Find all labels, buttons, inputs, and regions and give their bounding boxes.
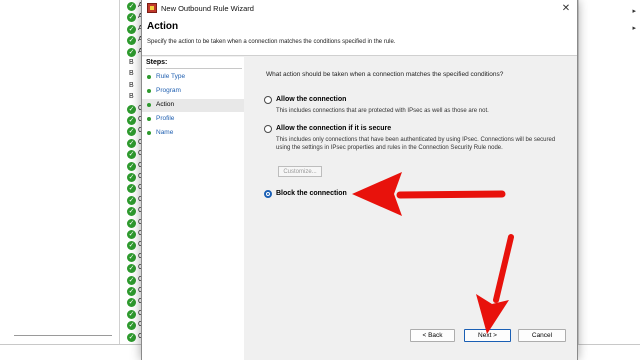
enabled-check-icon: ✓: [127, 332, 136, 342]
new-outbound-rule-wizard: New Outbound Rule Wizard ✕ Action Specif…: [141, 0, 578, 360]
background-actions-pane: ▸ ▸: [578, 0, 640, 344]
step-action[interactable]: Action: [142, 99, 244, 112]
step-pending-icon: [147, 131, 151, 135]
steps-divider: [146, 68, 242, 69]
step-complete-icon: [147, 75, 151, 79]
back-button[interactable]: < Back: [410, 329, 455, 342]
cancel-button[interactable]: Cancel: [518, 329, 566, 342]
wizard-header: Action Specify the action to be taken wh…: [142, 17, 577, 56]
allow-description: This includes connections that are prote…: [276, 108, 489, 114]
enabled-check-icon: ✓: [127, 195, 136, 205]
enabled-check-icon: ✓: [127, 13, 136, 23]
block-label[interactable]: Block the connection: [276, 190, 347, 197]
enabled-check-icon: ✓: [127, 252, 136, 262]
page-subtitle: Specify the action to be taken when a co…: [147, 39, 396, 45]
allow-secure-label[interactable]: Allow the connection if it is secure: [276, 125, 391, 132]
enabled-check-icon: ✓: [127, 207, 136, 217]
enabled-check-icon: ✓: [127, 298, 136, 308]
step-rule-type[interactable]: Rule Type: [142, 71, 244, 84]
enabled-check-icon: ✓: [127, 104, 136, 114]
allow-radio[interactable]: [264, 96, 272, 104]
enabled-check-icon: ✓: [127, 24, 136, 34]
enabled-check-icon: ✓: [127, 275, 136, 285]
enabled-check-icon: ✓: [127, 161, 136, 171]
allow-label[interactable]: Allow the connection: [276, 96, 346, 103]
background-rule-name: B: [129, 59, 134, 66]
enabled-check-icon: ✓: [127, 287, 136, 296]
step-pending-icon: [147, 117, 151, 121]
action-content: What action should be taken when a conne…: [244, 57, 577, 360]
step-label: Action: [156, 101, 175, 108]
allow-secure-radio[interactable]: [264, 125, 272, 133]
title-bar: New Outbound Rule Wizard ✕: [142, 0, 577, 17]
enabled-check-icon: ✓: [127, 309, 136, 319]
enabled-check-icon: ✓: [127, 36, 136, 46]
step-label: Program: [156, 87, 181, 94]
enabled-check-icon: ✓: [127, 47, 136, 57]
background-rule-name: B: [129, 70, 134, 78]
step-program[interactable]: Program: [142, 85, 244, 98]
background-rule-list: ✓A✓A✓A✓A✓ABBBB✓C✓C✓C✓C✓C✓C✓C✓C✓C✓C✓C✓C✓C…: [121, 0, 143, 344]
background-rule-name: B: [129, 93, 134, 101]
step-complete-icon: [147, 89, 151, 93]
close-button[interactable]: ✕: [559, 2, 573, 15]
background-divider: [14, 335, 112, 336]
background-left-pane: [0, 0, 120, 344]
enabled-check-icon: ✓: [127, 173, 136, 182]
chevron-right-icon[interactable]: ▸: [632, 24, 636, 32]
action-question: What action should be taken when a conne…: [266, 71, 504, 78]
next-button[interactable]: Next >: [464, 329, 511, 342]
block-radio[interactable]: [264, 190, 272, 198]
steps-panel: Steps: Rule Type Program Action Profile …: [142, 57, 244, 360]
enabled-check-icon: ✓: [127, 264, 136, 274]
page-title: Action: [147, 21, 179, 32]
window-title: New Outbound Rule Wizard: [161, 4, 254, 13]
step-label: Rule Type: [156, 73, 186, 80]
step-label: Name: [156, 129, 174, 136]
enabled-check-icon: ✓: [127, 321, 136, 331]
steps-heading: Steps:: [146, 59, 168, 66]
enabled-check-icon: ✓: [127, 230, 136, 239]
background-rule-name: B: [129, 81, 134, 89]
allow-secure-description: This includes only connections that have…: [276, 137, 556, 151]
enabled-check-icon: ✓: [127, 116, 136, 125]
step-name[interactable]: Name: [142, 127, 244, 140]
enabled-check-icon: ✓: [127, 218, 136, 228]
enabled-check-icon: ✓: [127, 2, 136, 11]
enabled-check-icon: ✓: [127, 138, 136, 148]
enabled-check-icon: ✓: [127, 150, 136, 160]
firewall-app-icon: [147, 3, 157, 13]
enabled-check-icon: ✓: [127, 241, 136, 251]
enabled-check-icon: ✓: [127, 184, 136, 194]
enabled-check-icon: ✓: [127, 127, 136, 137]
step-profile[interactable]: Profile: [142, 113, 244, 126]
chevron-right-icon[interactable]: ▸: [632, 7, 636, 15]
customize-button[interactable]: Customize...: [278, 166, 322, 177]
step-label: Profile: [156, 115, 175, 122]
step-current-icon: [147, 103, 151, 107]
